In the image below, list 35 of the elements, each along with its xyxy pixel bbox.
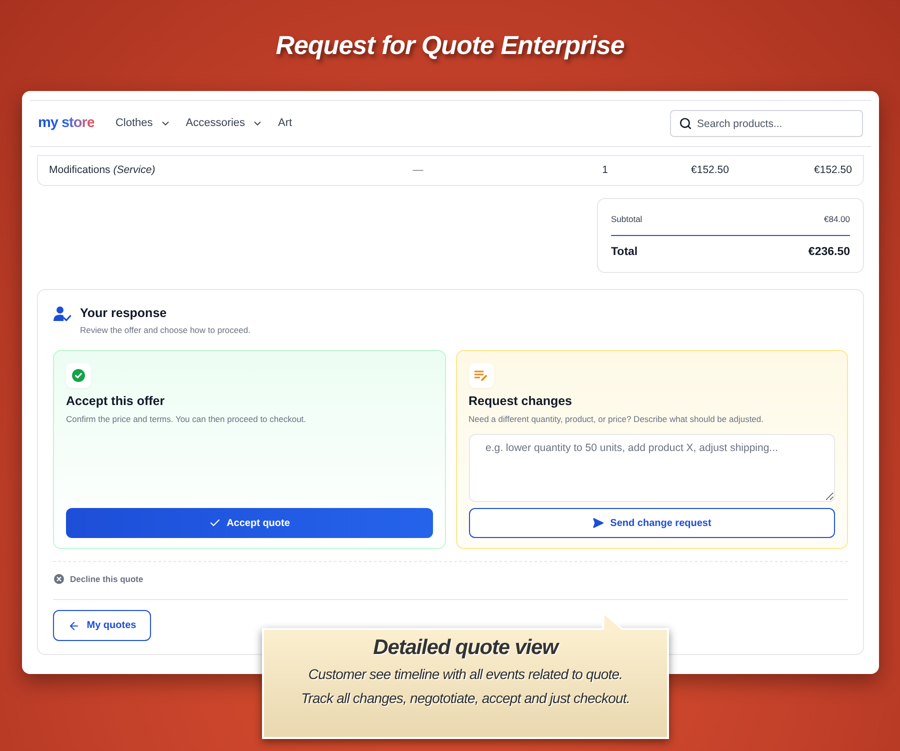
table-cell-text: — [412,162,424,178]
send-icon [592,517,604,529]
subtotal-value: €84.00 [824,213,850,225]
table-cell-text: €152.50 [690,162,729,178]
table-cell-text: €152.50 [813,162,852,178]
accept-button[interactable]: Accept quote [66,508,432,538]
check-icon [208,517,221,529]
send-button[interactable]: Send change request [468,508,835,538]
option-title: Accept this offer [66,393,166,409]
callout-text: Customer see timeline with all events related to quote. [308,665,623,684]
nav-link[interactable]: Clothes [115,115,171,132]
nav-link[interactable]: Accessories [186,115,264,132]
subtotal-label: Subtotal [611,213,642,225]
table-cell-text: Modifications (Service) [49,162,156,178]
user-check-icon [53,306,71,322]
option-description: Need a different quantity, product, or price? Describe what should be adjusted. [468,413,765,425]
total-label: Total [611,245,638,260]
close-circle-icon [54,574,64,584]
banner-title: Request for Quote Enterprise [276,29,624,62]
message-field[interactable]: e.g. lower quantity to 50 units, add product X, adjust shipping... [468,434,835,502]
section-subtitle: Review the offer and choose how to proceed. [80,324,250,336]
back-button[interactable]: My quotes [53,610,151,641]
total-value: €236.50 [808,245,850,260]
nav-link[interactable]: Art [278,115,292,132]
option-title: Request changes [468,393,574,409]
table-cell-text: 1 [601,162,608,178]
search-icon [679,117,692,130]
section-title: Your response [80,305,168,321]
edit-list-icon [468,363,494,388]
search-field[interactable]: Search products... [670,110,863,137]
decline-link[interactable]: Decline this quote [53,571,144,587]
callout-text: Track all changes, negototiate, accept and just checkout. [301,689,630,708]
callout-title: Detailed quote view [373,635,558,661]
arrow-left-icon [68,620,80,632]
option-description: Confirm the price and terms. You can then proceed to checkout. [66,413,308,425]
